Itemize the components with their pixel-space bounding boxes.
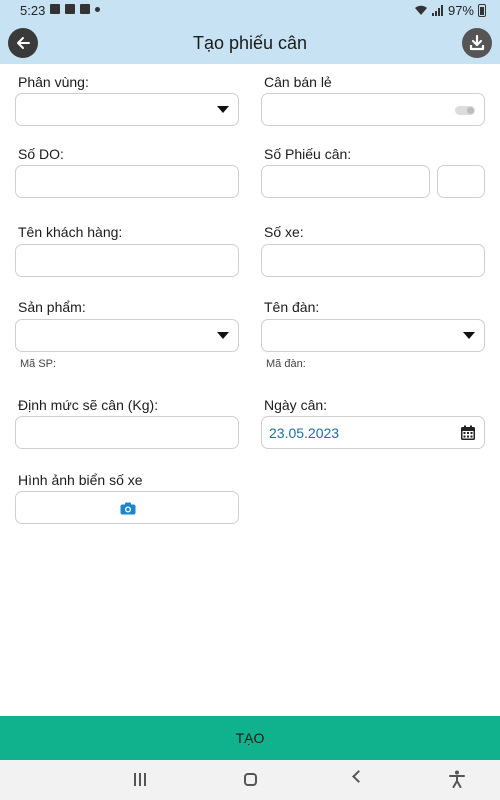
download-button[interactable] xyxy=(462,28,492,58)
ten-khach-hang-label: Tên khách hàng: xyxy=(18,224,123,240)
nav-back-icon[interactable] xyxy=(352,770,365,783)
dinh-muc-label: Định mức sẽ cân (Kg): xyxy=(18,397,159,413)
can-ban-le-label: Cân bán lẻ xyxy=(264,74,332,90)
download-icon xyxy=(469,34,485,51)
ngay-can-value: 23.05.2023 xyxy=(269,425,340,441)
notification-icons xyxy=(50,4,100,14)
more-dot-icon xyxy=(95,6,100,12)
so-phieu-can-label: Số Phiếu cân: xyxy=(264,146,352,162)
lock-notification-icon xyxy=(80,4,90,14)
phan-vung-select[interactable] xyxy=(15,93,239,126)
hinh-anh-picker[interactable] xyxy=(15,491,239,524)
ngay-can-label: Ngày cân: xyxy=(264,397,328,413)
san-pham-label: Sản phẩm: xyxy=(18,299,86,315)
system-nav-bar xyxy=(0,760,500,800)
calendar-icon[interactable] xyxy=(460,425,476,441)
gallery-notification-icon xyxy=(50,4,60,14)
caret-down-icon xyxy=(463,332,475,339)
battery-text: 97% xyxy=(447,3,474,18)
battery-icon xyxy=(478,4,486,17)
ma-dan-label: Mã đàn: xyxy=(266,358,306,370)
signal-icon xyxy=(431,5,443,16)
ten-dan-select[interactable] xyxy=(261,319,485,352)
status-right: 97% xyxy=(414,3,486,18)
wifi-icon xyxy=(414,5,427,15)
dinh-muc-input[interactable] xyxy=(15,416,239,449)
san-pham-select[interactable] xyxy=(15,319,239,352)
home-icon[interactable] xyxy=(244,773,257,786)
app-header: Tạo phiếu cân xyxy=(0,22,500,64)
so-xe-label: Số xe: xyxy=(264,224,304,240)
hinh-anh-label: Hình ảnh biển số xe xyxy=(18,472,143,488)
ma-sp-label: Mã SP: xyxy=(20,358,57,370)
can-ban-le-field xyxy=(261,93,485,126)
can-ban-le-toggle[interactable] xyxy=(455,106,475,115)
camera-icon xyxy=(120,502,136,515)
so-phieu-can-suffix-input[interactable] xyxy=(437,165,485,198)
caret-down-icon xyxy=(217,332,229,339)
ten-dan-label: Tên đàn: xyxy=(264,299,320,315)
status-time: 5:23 xyxy=(20,3,46,18)
phan-vung-label: Phân vùng: xyxy=(18,74,89,90)
caret-down-icon xyxy=(217,106,229,113)
so-phieu-can-input[interactable] xyxy=(261,165,430,198)
play-notification-icon xyxy=(65,4,75,14)
recents-icon[interactable] xyxy=(134,773,146,786)
status-bar: 5:23 97% xyxy=(0,0,500,22)
so-xe-input[interactable] xyxy=(261,244,485,277)
page-title: Tạo phiếu cân xyxy=(192,33,308,53)
ngay-can-field[interactable]: 23.05.2023 xyxy=(261,416,485,449)
accessibility-icon[interactable] xyxy=(449,770,465,788)
so-do-label: Số DO: xyxy=(18,146,64,162)
so-do-input[interactable] xyxy=(15,165,239,198)
ten-khach-hang-input[interactable] xyxy=(15,244,239,277)
create-button-label: TẠO xyxy=(235,730,265,746)
create-button[interactable]: TẠO xyxy=(0,716,500,760)
